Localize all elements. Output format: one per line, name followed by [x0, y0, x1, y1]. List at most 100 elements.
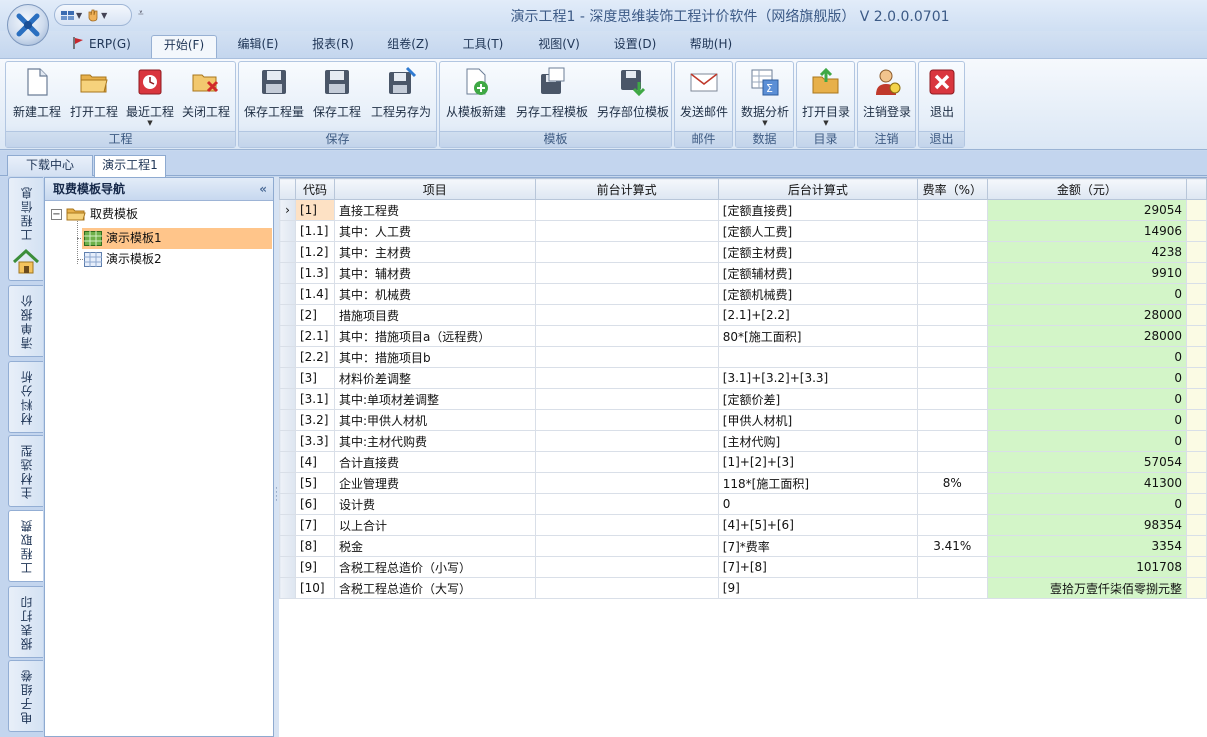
- menu-erp[interactable]: ERP(G): [66, 35, 136, 58]
- column-header-item[interactable]: 项目: [333, 178, 536, 200]
- cell-front[interactable]: [534, 346, 719, 368]
- tab-demo-project[interactable]: 演示工程1: [94, 155, 166, 177]
- row-header-cell[interactable]: [279, 325, 296, 347]
- cell-amount[interactable]: 9910: [986, 262, 1188, 284]
- menu-tools[interactable]: 工具(T): [453, 35, 513, 58]
- row-header-cell[interactable]: [279, 409, 296, 431]
- cell-front[interactable]: [534, 472, 719, 494]
- table-row[interactable]: [5] 企业管理费 118*[施工面积] 8% 41300: [279, 472, 1207, 494]
- cell-code[interactable]: [3.3]: [294, 430, 335, 452]
- cell-rate[interactable]: [916, 220, 988, 242]
- table-row[interactable]: [1.2] 其中：主材费 [定额主材费] 4238: [279, 241, 1207, 263]
- table-row[interactable]: [2] 措施项目费 [2.1]+[2.2] 28000: [279, 304, 1207, 326]
- cell-code[interactable]: [2.1]: [294, 325, 335, 347]
- cell-rate[interactable]: [916, 262, 988, 284]
- row-header-cell[interactable]: [279, 220, 296, 242]
- cell-amount[interactable]: 14906: [986, 220, 1188, 242]
- cell-front[interactable]: [534, 577, 719, 599]
- menu-view[interactable]: 视图(V): [529, 35, 589, 58]
- cell-front[interactable]: [534, 451, 719, 473]
- table-row[interactable]: [3] 材料价差调整 [3.1]+[3.2]+[3.3] 0: [279, 367, 1207, 389]
- cell-code[interactable]: [9]: [294, 556, 335, 578]
- cell-amount[interactable]: 28000: [986, 325, 1188, 347]
- menu-settings[interactable]: 设置(D): [605, 35, 665, 58]
- menu-help[interactable]: 帮助(H): [680, 35, 742, 58]
- table-row[interactable]: [10] 含税工程总造价（大写） [9] 壹拾万壹仟柒佰零捌元整: [279, 577, 1207, 599]
- cell-rate[interactable]: [916, 304, 988, 326]
- cell-back[interactable]: [定额人工费]: [717, 220, 918, 242]
- table-row[interactable]: [6] 设计费 0 0: [279, 493, 1207, 515]
- cell-rate[interactable]: [916, 556, 988, 578]
- side-tab-project-fees[interactable]: 工程取费: [8, 510, 43, 582]
- cell-rate[interactable]: [916, 346, 988, 368]
- cell-amount[interactable]: 98354: [986, 514, 1188, 536]
- table-row[interactable]: [2.2] 其中：措施项目b 0: [279, 346, 1207, 368]
- cell-back[interactable]: [1]+[2]+[3]: [717, 451, 918, 473]
- cell-amount[interactable]: 29054: [986, 199, 1188, 221]
- cell-back[interactable]: [2.1]+[2.2]: [717, 304, 918, 326]
- table-row[interactable]: [2.1] 其中：措施项目a（远程费） 80*[施工面积] 28000: [279, 325, 1207, 347]
- cell-item[interactable]: 其中：措施项目b: [333, 346, 536, 368]
- cell-code[interactable]: [5]: [294, 472, 335, 494]
- cell-amount[interactable]: 0: [986, 388, 1188, 410]
- side-tab-material-analysis[interactable]: 材料分析: [8, 361, 43, 433]
- open-project-button[interactable]: 打开工程: [66, 64, 122, 130]
- cell-back[interactable]: [定额直接费]: [717, 199, 918, 221]
- cell-item[interactable]: 材料价差调整: [333, 367, 536, 389]
- cell-rate[interactable]: [916, 493, 988, 515]
- column-header-rate[interactable]: 费率（%）: [916, 178, 988, 200]
- cell-front[interactable]: [534, 262, 719, 284]
- recent-projects-button[interactable]: 最近工程 ▼: [122, 64, 178, 130]
- row-header-cell[interactable]: [279, 535, 296, 557]
- side-tab-e-compose[interactable]: 电子组卷: [8, 660, 43, 732]
- cell-item[interactable]: 设计费: [333, 493, 536, 515]
- close-project-button[interactable]: 关闭工程: [178, 64, 234, 130]
- row-header-cell[interactable]: [279, 304, 296, 326]
- table-row[interactable]: [1.1] 其中：人工费 [定额人工费] 14906: [279, 220, 1207, 242]
- open-directory-button[interactable]: 打开目录 ▼: [798, 64, 854, 130]
- cell-amount[interactable]: 0: [986, 409, 1188, 431]
- customize-qat-icon[interactable]: ⩡: [138, 8, 144, 19]
- side-tab-report-print[interactable]: 报表打印: [8, 586, 43, 658]
- column-header-amount[interactable]: 金额（元）: [986, 178, 1188, 200]
- cell-front[interactable]: [534, 493, 719, 515]
- side-tab-material-selection[interactable]: 主材选型: [8, 435, 43, 507]
- row-header-cell[interactable]: [279, 514, 296, 536]
- cell-item[interactable]: 其中：主材费: [333, 241, 536, 263]
- cell-code[interactable]: [1.3]: [294, 262, 335, 284]
- cell-back[interactable]: [甲供人材机]: [717, 409, 918, 431]
- app-logo-icon[interactable]: [7, 4, 49, 46]
- cell-front[interactable]: [534, 430, 719, 452]
- layout-menu-button[interactable]: ▼: [61, 9, 82, 21]
- cell-back[interactable]: [7]*费率: [717, 535, 918, 557]
- table-row[interactable]: [3.1] 其中:单项材差调整 [定额价差] 0: [279, 388, 1207, 410]
- cell-front[interactable]: [534, 535, 719, 557]
- row-header-cell[interactable]: [279, 451, 296, 473]
- cell-front[interactable]: [534, 199, 719, 221]
- save-project-template-button[interactable]: 另存工程模板: [512, 64, 592, 130]
- tree-expander-icon[interactable]: −: [51, 209, 62, 220]
- cell-amount[interactable]: 3354: [986, 535, 1188, 557]
- row-header-cell[interactable]: [279, 367, 296, 389]
- cell-rate[interactable]: [916, 514, 988, 536]
- cell-item[interactable]: 其中：辅材费: [333, 262, 536, 284]
- cell-amount[interactable]: 0: [986, 367, 1188, 389]
- cell-code[interactable]: [1.1]: [294, 220, 335, 242]
- menu-compose[interactable]: 组卷(Z): [378, 35, 438, 58]
- cell-front[interactable]: [534, 283, 719, 305]
- cell-item[interactable]: 其中:主材代购费: [333, 430, 536, 452]
- cell-rate[interactable]: [916, 199, 988, 221]
- cell-code[interactable]: [7]: [294, 514, 335, 536]
- save-as-project-button[interactable]: 工程另存为: [367, 64, 435, 130]
- side-tab-bill-quote[interactable]: 清单报价: [8, 285, 43, 357]
- cell-front[interactable]: [534, 325, 719, 347]
- tree-node-template-2[interactable]: 演示模板2: [82, 249, 272, 270]
- exit-button[interactable]: 退出: [920, 64, 964, 130]
- cell-front[interactable]: [534, 514, 719, 536]
- cell-item[interactable]: 措施项目费: [333, 304, 536, 326]
- cell-rate[interactable]: [916, 409, 988, 431]
- cell-back[interactable]: 80*[施工面积]: [717, 325, 918, 347]
- row-header-cell[interactable]: [279, 556, 296, 578]
- cell-front[interactable]: [534, 241, 719, 263]
- menu-report[interactable]: 报表(R): [303, 35, 363, 58]
